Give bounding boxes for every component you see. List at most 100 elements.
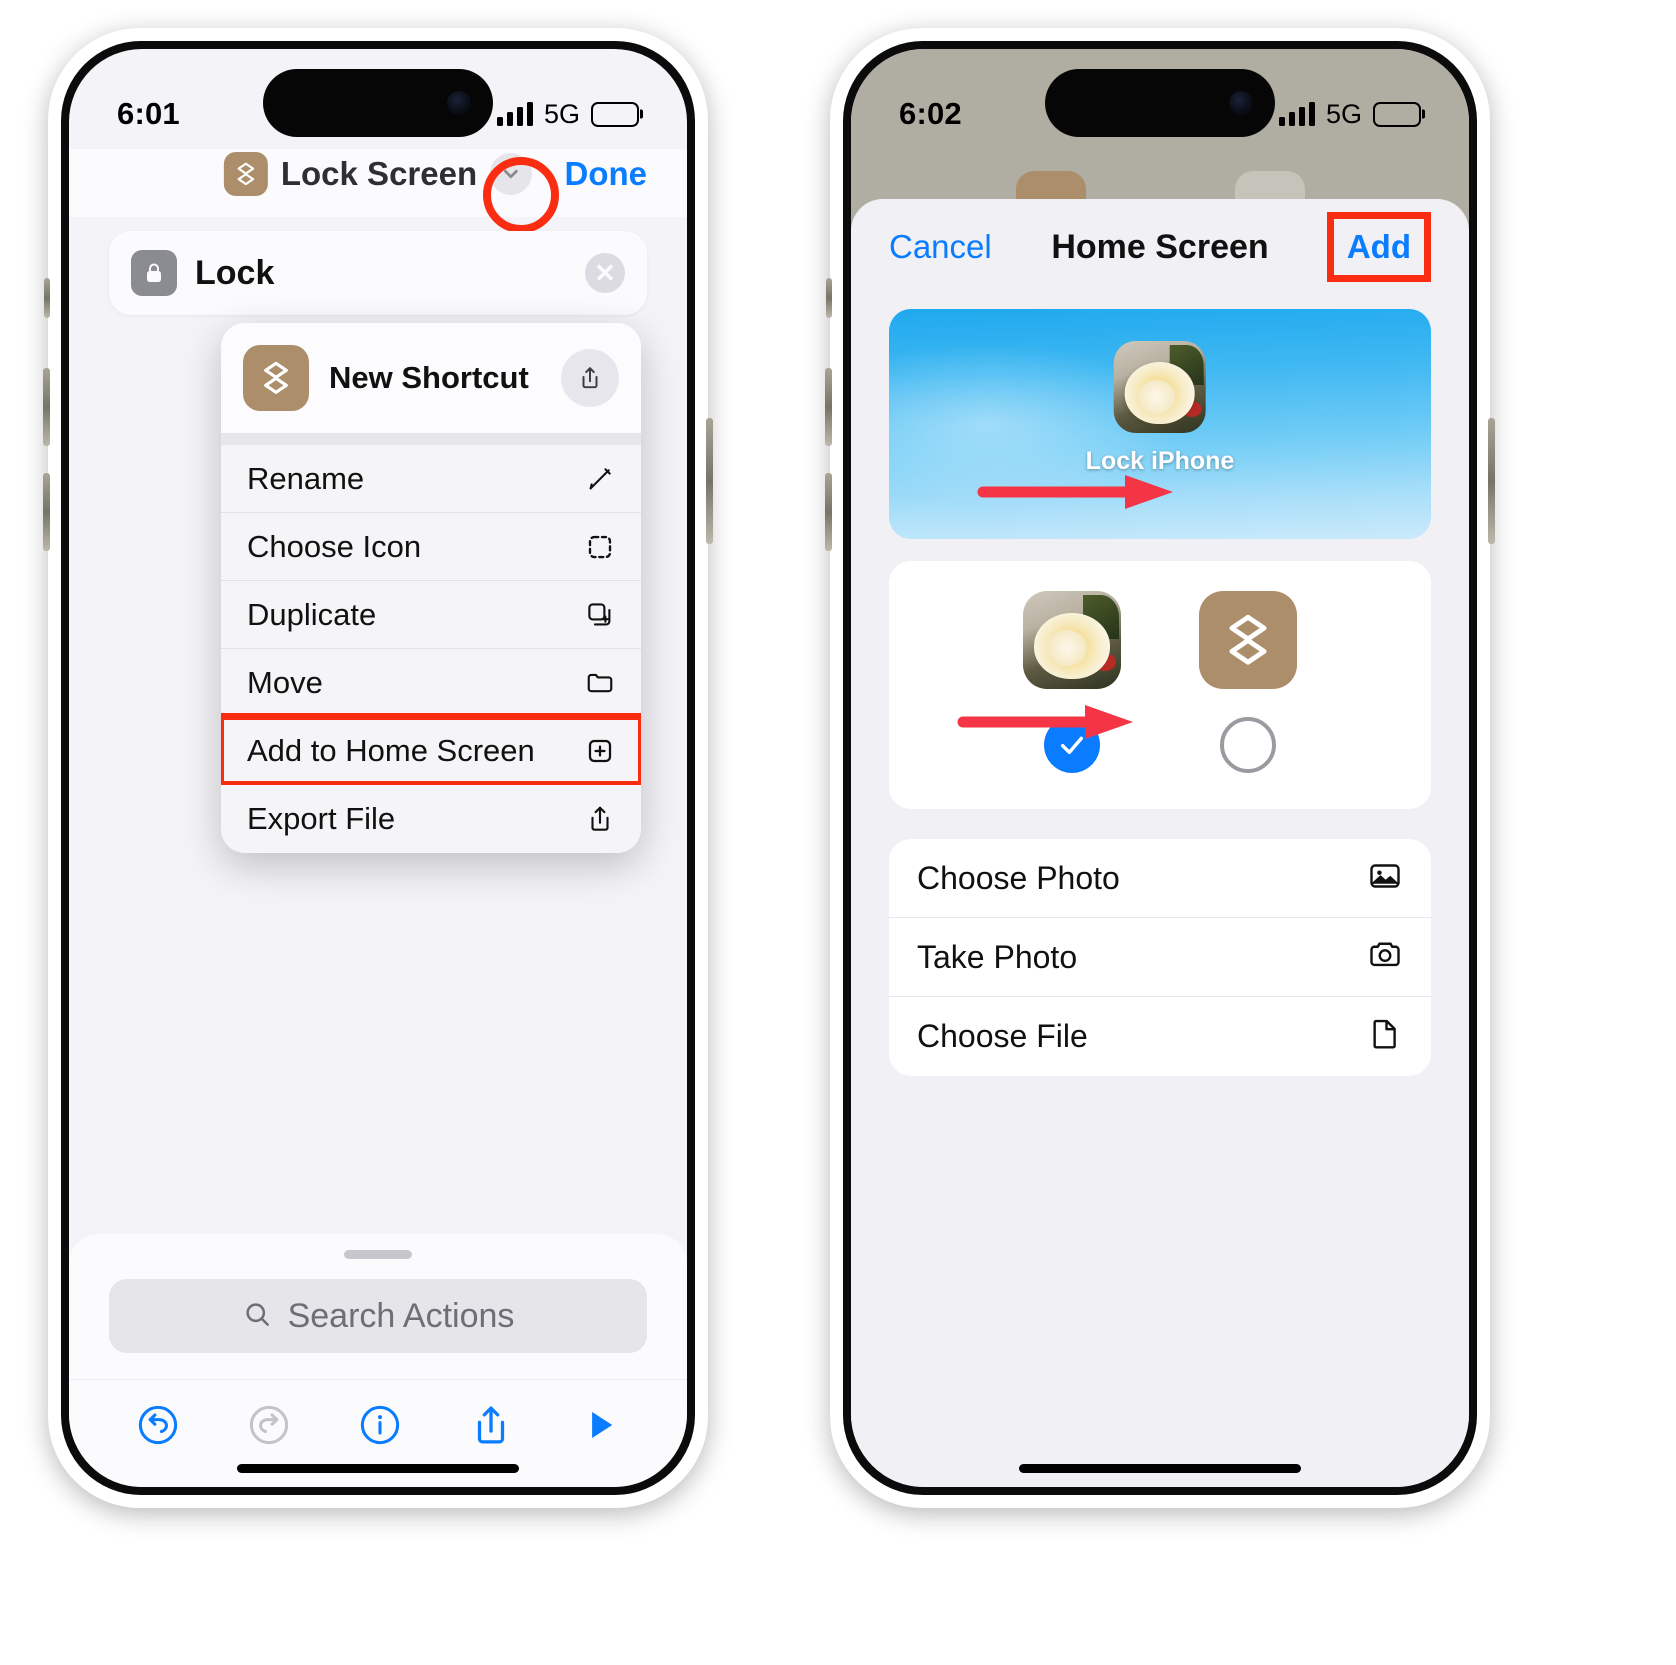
search-icon xyxy=(242,1299,272,1334)
cellular-signal-icon xyxy=(496,102,533,126)
status-indicators: 5G xyxy=(1278,98,1421,130)
volume-up-button[interactable] xyxy=(43,368,50,446)
camera-icon xyxy=(1367,937,1403,978)
share-button[interactable] xyxy=(468,1402,514,1453)
page-title: Home Screen xyxy=(1051,227,1269,266)
shortcuts-app-icon xyxy=(223,152,268,196)
dynamic-island xyxy=(263,69,493,137)
menu-item-duplicate[interactable]: Duplicate xyxy=(221,581,641,649)
shortcuts-app-icon xyxy=(243,345,309,411)
menu-item-label: Add to Home Screen xyxy=(247,732,535,768)
device-screen-right: 6:02 5G Cancel Home Screen Add Lock iPho… xyxy=(851,49,1469,1487)
document-icon xyxy=(1367,1016,1403,1057)
menu-item-take-photo[interactable]: Take Photo xyxy=(889,918,1431,997)
status-bar: 6:01 5G xyxy=(69,49,687,149)
photo-source-menu: Choose Photo Take Photo Choose File xyxy=(889,839,1431,1076)
status-time: 6:01 xyxy=(117,96,180,131)
done-button[interactable]: Done xyxy=(565,155,648,193)
power-button[interactable] xyxy=(1488,418,1495,544)
radio-selected-icon xyxy=(1044,717,1100,773)
share-icon[interactable] xyxy=(561,349,619,407)
iphone-device-left: 6:01 5G Lock Screen Done Lock ✕ New Shor… xyxy=(43,28,713,1508)
silent-switch[interactable] xyxy=(826,278,832,318)
rose-photo-icon xyxy=(1023,591,1121,689)
sheet-nav-bar: Cancel Home Screen Add xyxy=(851,199,1469,295)
device-screen-left: 6:01 5G Lock Screen Done Lock ✕ New Shor… xyxy=(69,49,687,1487)
add-button-label: Add xyxy=(1346,228,1411,265)
iphone-device-right: 6:02 5G Cancel Home Screen Add Lock iPho… xyxy=(825,28,1495,1508)
network-type-label: 5G xyxy=(543,98,580,129)
close-circle-icon[interactable]: ✕ xyxy=(585,253,625,293)
context-menu-divider xyxy=(221,433,641,445)
menu-item-label: Move xyxy=(247,664,323,700)
volume-down-button[interactable] xyxy=(825,473,832,551)
editor-bottom-bar: Search Actions xyxy=(69,1234,687,1487)
action-card-lock[interactable]: Lock ✕ xyxy=(109,231,647,315)
radio-unselected-icon xyxy=(1220,717,1276,773)
menu-item-choose-photo[interactable]: Choose Photo xyxy=(889,839,1431,918)
redo-button[interactable] xyxy=(246,1402,292,1453)
screenshot-stage: 6:01 5G Lock Screen Done Lock ✕ New Shor… xyxy=(0,0,1676,1665)
info-button[interactable] xyxy=(357,1402,403,1453)
home-screen-preview: Lock iPhone xyxy=(889,309,1431,539)
volume-down-button[interactable] xyxy=(43,473,50,551)
pencil-icon xyxy=(585,464,615,494)
folder-icon xyxy=(585,668,615,698)
menu-item-move[interactable]: Move xyxy=(221,649,641,717)
action-label: Lock xyxy=(195,253,275,292)
page-title: Lock Screen xyxy=(280,155,478,192)
home-indicator xyxy=(1019,1464,1301,1473)
preview-app-label: Lock iPhone xyxy=(1085,447,1235,475)
battery-icon xyxy=(591,101,639,127)
cancel-button[interactable]: Cancel xyxy=(889,228,992,266)
sheet-grabber[interactable] xyxy=(344,1250,412,1259)
play-button[interactable] xyxy=(579,1404,621,1451)
shortcut-context-menu: New Shortcut Rename Choose Icon Duplicat… xyxy=(221,323,641,853)
status-indicators: 5G xyxy=(496,98,639,130)
add-button[interactable]: Add xyxy=(1326,212,1431,282)
menu-item-export-file[interactable]: Export File xyxy=(221,785,641,853)
add-to-home-screen-sheet: Cancel Home Screen Add Lock iPhone Choos… xyxy=(851,199,1469,1487)
status-bar: 6:02 5G xyxy=(851,49,1469,149)
dashed-square-icon xyxy=(585,532,615,562)
share-icon xyxy=(585,804,615,834)
menu-item-label: Choose File xyxy=(917,1018,1088,1054)
menu-item-add-to-home-screen[interactable]: Add to Home Screen xyxy=(221,713,641,788)
plus-square-icon xyxy=(585,736,615,766)
search-placeholder: Search Actions xyxy=(287,1296,515,1335)
network-type-label: 5G xyxy=(1325,98,1362,129)
menu-item-choose-file[interactable]: Choose File xyxy=(889,997,1431,1076)
duplicate-icon xyxy=(585,600,615,630)
menu-item-rename[interactable]: Rename xyxy=(221,445,641,513)
photo-icon-option[interactable] xyxy=(1023,591,1121,773)
chevron-down-icon[interactable] xyxy=(490,153,533,195)
device-bezel: 6:01 5G Lock Screen Done Lock ✕ New Shor… xyxy=(61,41,695,1495)
menu-item-label: Take Photo xyxy=(917,938,1078,975)
preview-app-icon-group: Lock iPhone xyxy=(1085,341,1235,476)
search-input[interactable]: Search Actions xyxy=(109,1279,647,1353)
front-camera-icon xyxy=(1229,91,1253,115)
undo-button[interactable] xyxy=(135,1402,181,1453)
editor-nav-bar: Lock Screen Done xyxy=(69,149,687,217)
editor-title-group[interactable]: Lock Screen xyxy=(223,152,533,196)
silent-switch[interactable] xyxy=(44,278,50,318)
home-screen-sheet-screen: 6:02 5G Cancel Home Screen Add Lock iPho… xyxy=(851,49,1469,1487)
shortcuts-app-icon xyxy=(1199,591,1297,689)
menu-item-label: Choose Icon xyxy=(247,528,422,564)
device-bezel: 6:02 5G Cancel Home Screen Add Lock iPho… xyxy=(843,41,1477,1495)
dynamic-island xyxy=(1045,69,1275,137)
menu-item-choose-icon[interactable]: Choose Icon xyxy=(221,513,641,581)
menu-item-label: Duplicate xyxy=(247,596,377,632)
front-camera-icon xyxy=(447,91,471,115)
volume-up-button[interactable] xyxy=(825,368,832,446)
menu-item-label: Export File xyxy=(247,801,396,836)
power-button[interactable] xyxy=(706,418,713,544)
cellular-signal-icon xyxy=(1278,102,1315,126)
context-menu-title: New Shortcut xyxy=(329,360,529,395)
menu-item-label: Choose Photo xyxy=(917,859,1120,896)
shortcut-icon-option[interactable] xyxy=(1199,591,1297,773)
context-menu-header: New Shortcut xyxy=(221,323,641,433)
status-time: 6:02 xyxy=(899,96,962,131)
home-indicator xyxy=(237,1464,519,1473)
battery-icon xyxy=(1373,101,1421,127)
